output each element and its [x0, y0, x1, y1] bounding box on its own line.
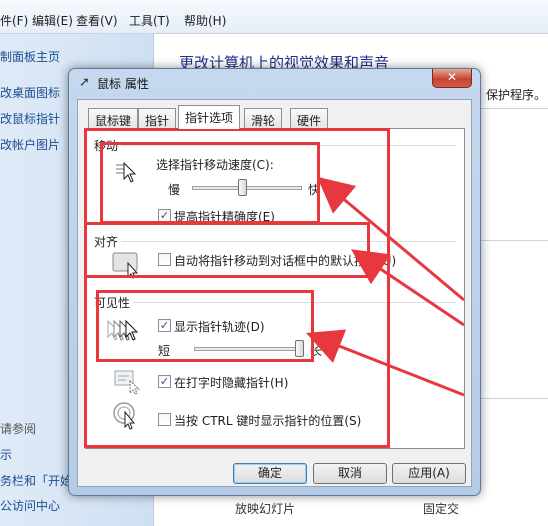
arrow-to-visibility [306, 329, 465, 397]
annotation-arrows [306, 176, 465, 397]
arrow-to-snap [351, 249, 465, 327]
tab-pointer-options[interactable]: 指针选项 [178, 105, 241, 129]
